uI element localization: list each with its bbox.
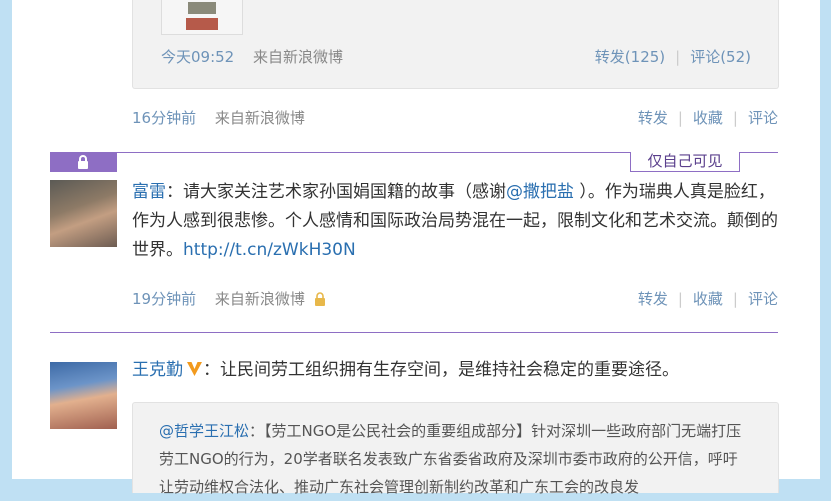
thumbnail-part xyxy=(188,2,216,14)
post-text: ：让民间劳工组织拥有生存空间，是维持社会稳定的重要途径。 xyxy=(203,360,679,380)
short-url-link[interactable]: http://t.cn/zWkH30N xyxy=(183,240,356,260)
comment-link[interactable]: 评论 xyxy=(748,290,778,308)
timestamp-link[interactable]: 16分钟前 xyxy=(132,109,196,127)
repost-author-link[interactable]: @哲学王江松 xyxy=(159,422,249,440)
source-label: 来自新浪微博 xyxy=(214,109,305,127)
separator: | xyxy=(732,109,738,127)
quoted-card-footer: 今天09:52 来自新浪微博 转发(125) | 评论(52) xyxy=(161,46,751,67)
lock-icon xyxy=(314,292,326,310)
comment-count-link[interactable]: 评论(52) xyxy=(690,48,751,66)
post-actions: 转发 | 收藏 | 评论 xyxy=(638,288,778,309)
repost-link[interactable]: 转发 xyxy=(638,109,668,127)
timestamp-link[interactable]: 19分钟前 xyxy=(132,290,196,308)
verified-v-icon[interactable] xyxy=(186,358,203,376)
post-text: ：请大家关注艺术家孙国娟国籍的故事（感谢 xyxy=(166,182,506,202)
author-name[interactable]: 王克勤 xyxy=(132,360,183,380)
separator: | xyxy=(732,290,738,308)
private-visibility-label: 仅自己可见 xyxy=(630,152,740,172)
post-content: 王克勤 ：让民间劳工组织拥有生存空间，是维持社会稳定的重要途径。 xyxy=(132,356,780,385)
private-tab xyxy=(50,152,117,172)
source-label: 来自新浪微博 xyxy=(214,290,305,308)
favorite-link[interactable]: 收藏 xyxy=(693,290,723,308)
mention-link[interactable]: @撒把盐 xyxy=(506,182,574,202)
quoted-actions: 转发(125) | 评论(52) xyxy=(595,46,751,67)
quoted-weibo-card: 今天09:52 来自新浪微博 转发(125) | 评论(52) xyxy=(132,0,779,89)
post-divider xyxy=(50,332,778,333)
repost-count-link[interactable]: 转发(125) xyxy=(595,48,665,66)
favorite-link[interactable]: 收藏 xyxy=(693,109,723,127)
thumbnail-part xyxy=(186,18,218,30)
author-name[interactable]: 富雷 xyxy=(132,182,166,202)
thumbnail-image[interactable] xyxy=(161,0,243,35)
avatar[interactable] xyxy=(50,180,117,247)
separator: | xyxy=(675,48,681,66)
repost-text: @哲学王江松：【劳工NGO是公民社会的重要组成部分】针对深圳一些政府部门无端打压… xyxy=(159,417,751,501)
feed-panel: 今天09:52 来自新浪微博 转发(125) | 评论(52) 16分钟前 来自新浪… xyxy=(12,0,820,496)
post-footer: 19分钟前 来自新浪微博 转发 | 收藏 | 评论 xyxy=(132,288,778,310)
separator: | xyxy=(677,109,683,127)
repost-card: @哲学王江松：【劳工NGO是公民社会的重要组成部分】针对深圳一些政府部门无端打压… xyxy=(132,402,779,496)
source-label: 来自新浪微博 xyxy=(253,48,344,66)
repost-link[interactable]: 转发 xyxy=(638,290,668,308)
avatar[interactable] xyxy=(50,362,117,429)
timestamp-link[interactable]: 今天09:52 xyxy=(161,48,234,66)
post-content: 富雷：请大家关注艺术家孙国娟国籍的故事（感谢@撒把盐 ）。作为瑞典人真是脸红，作… xyxy=(132,178,780,265)
post-footer: 16分钟前 来自新浪微博 转发 | 收藏 | 评论 xyxy=(132,107,778,128)
separator: | xyxy=(677,290,683,308)
post-actions: 转发 | 收藏 | 评论 xyxy=(638,107,778,128)
lock-icon xyxy=(78,155,88,169)
comment-link[interactable]: 评论 xyxy=(748,109,778,127)
